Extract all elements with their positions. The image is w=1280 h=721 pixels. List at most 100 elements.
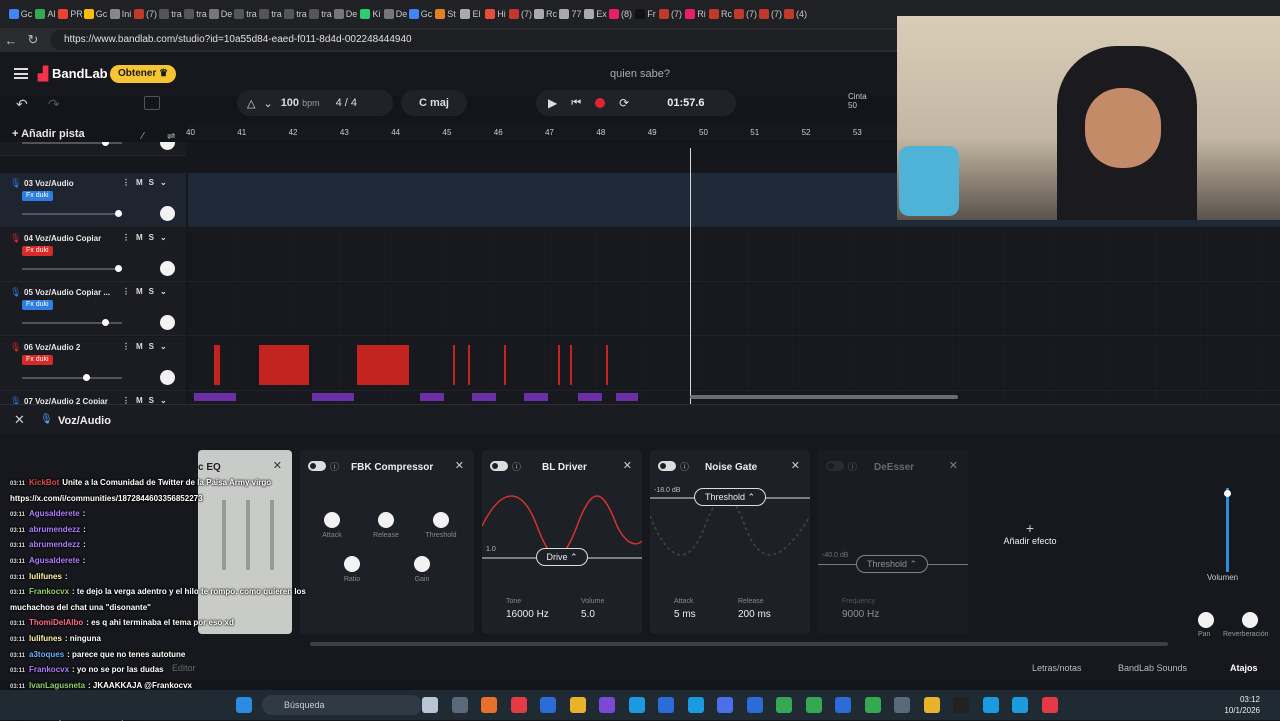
reverb-knob[interactable]	[1242, 612, 1258, 628]
audio-clip[interactable]	[606, 344, 608, 385]
effects-scrollbar[interactable]	[310, 642, 1168, 646]
browser-tab[interactable]: tra	[183, 4, 208, 24]
more-icon[interactable]: ⋮	[122, 342, 136, 351]
back-icon[interactable]: ←	[0, 33, 22, 48]
taskbar-app-icon[interactable]	[599, 697, 615, 713]
sounds-button[interactable]: BandLab Sounds	[1118, 663, 1187, 673]
bandlab-logo[interactable]: ▟ BandLab	[38, 66, 108, 82]
reload-icon[interactable]: ↻	[22, 32, 44, 48]
browser-tab[interactable]: Ri	[683, 4, 708, 24]
cinta-control[interactable]: Cinta 50	[848, 92, 867, 110]
track-header[interactable]: 🎙 07 Voz/Audio 2 Copiar ⋮MS⌄	[0, 391, 186, 404]
gate-release-value[interactable]: 200 ms	[738, 609, 771, 620]
mute-button[interactable]: M	[136, 396, 149, 404]
more-icon[interactable]: ⋮	[122, 178, 136, 187]
track-volume-slider[interactable]	[22, 142, 122, 146]
track-volume-slider[interactable]	[22, 210, 122, 217]
song-title[interactable]: quien sabe?	[560, 68, 720, 80]
close-compressor-icon[interactable]: ✕	[455, 459, 464, 472]
playhead[interactable]	[690, 148, 691, 404]
taskbar-clock[interactable]: 03:12 10/1/2026	[1224, 694, 1260, 716]
track-header[interactable]: 🎙 03 Voz/Audio ⋮MS⌄ Fx duki	[0, 173, 186, 227]
browser-tab[interactable]: Al	[33, 4, 58, 24]
track-lane[interactable]	[188, 282, 1280, 336]
browser-tab[interactable]: (7)	[508, 4, 533, 24]
close-effects-icon[interactable]: ✕	[14, 412, 25, 428]
track-name[interactable]: 05 Voz/Audio Copiar ...	[24, 288, 110, 297]
mute-button[interactable]: M	[136, 233, 149, 242]
taskbar-app-icon[interactable]	[982, 697, 999, 713]
browser-tab[interactable]: (4)	[783, 4, 808, 24]
browser-tab[interactable]: tra	[233, 4, 258, 24]
tempo-value[interactable]: 100 bpm	[281, 97, 320, 109]
taskbar-app-icon[interactable]	[481, 697, 497, 713]
browser-tab[interactable]: tra	[308, 4, 333, 24]
browser-tab[interactable]: De	[208, 4, 233, 24]
gain-knob[interactable]	[414, 556, 430, 572]
chevron-down-icon[interactable]: ⌄	[160, 396, 173, 404]
tone-value[interactable]: 16000 Hz	[506, 609, 549, 620]
taskbar-app-icon[interactable]	[805, 697, 822, 713]
taskbar-app-icon[interactable]	[776, 697, 792, 713]
more-icon[interactable]: ⋮	[122, 396, 136, 404]
deesser-threshold-pill[interactable]: Threshold ⌃	[856, 555, 928, 573]
browser-tab[interactable]: De	[333, 4, 358, 24]
audio-clip[interactable]	[578, 393, 602, 401]
solo-button[interactable]: S	[149, 233, 160, 242]
taskbar-app-icon[interactable]	[687, 697, 704, 713]
volume-fader[interactable]	[1226, 488, 1229, 572]
browser-tab[interactable]: Gc	[83, 4, 108, 24]
browser-tab[interactable]: (7)	[133, 4, 158, 24]
pan-knob[interactable]	[160, 142, 175, 150]
attack-knob[interactable]	[324, 512, 340, 528]
mute-button[interactable]: M	[136, 342, 149, 351]
browser-tab[interactable]: Hi	[483, 4, 508, 24]
fx-badge[interactable]: Fx duki	[22, 300, 53, 310]
chevron-down-icon[interactable]: ⌄	[160, 287, 173, 296]
driver-toggle[interactable]	[490, 461, 508, 471]
track-header[interactable]: 🎙 05 Voz/Audio Copiar ... ⋮MS⌄ Fx duki	[0, 282, 186, 336]
pan-knob[interactable]	[160, 206, 175, 221]
close-deesser-icon[interactable]: ✕	[949, 459, 958, 472]
taskbar-app-icon[interactable]	[422, 697, 438, 713]
chevron-down-icon[interactable]: ⌄	[160, 233, 173, 242]
time-signature[interactable]: 4 / 4	[336, 97, 357, 109]
audio-clip[interactable]	[420, 393, 444, 401]
fx-badge[interactable]: Fx duki	[22, 191, 53, 201]
volume-param-value[interactable]: 5.0	[581, 609, 595, 620]
browser-tab[interactable]: 77	[558, 4, 583, 24]
track-volume-slider[interactable]	[22, 373, 122, 381]
browser-tab[interactable]: El	[458, 4, 483, 24]
close-driver-icon[interactable]: ✕	[623, 459, 632, 472]
browser-tab[interactable]: Rc	[533, 4, 558, 24]
info-icon[interactable]: ⓘ	[680, 460, 689, 473]
chevron-down-icon[interactable]: ⌄	[160, 178, 173, 187]
windows-start-icon[interactable]	[236, 697, 252, 713]
taskbar-app-icon[interactable]	[658, 697, 674, 713]
track-header[interactable]: 🎙 06 Voz/Audio 2 ⋮MS⌄ Fx duki	[0, 336, 186, 391]
track-volume-slider[interactable]	[22, 264, 122, 272]
play-icon[interactable]: ▶	[548, 96, 557, 110]
audio-clip[interactable]	[357, 344, 409, 385]
gate-threshold-pill[interactable]: Threshold ⌃	[694, 488, 766, 506]
browser-tab[interactable]: Rc	[708, 4, 733, 24]
collapse-icon[interactable]: ⇌	[167, 131, 175, 142]
browser-tab[interactable]: Ki	[358, 4, 383, 24]
browser-tab[interactable]: tra	[283, 4, 308, 24]
track-name[interactable]: 07 Voz/Audio 2 Copiar	[24, 397, 108, 404]
browser-tab[interactable]: Gc	[8, 4, 33, 24]
browser-tab[interactable]: (7)	[758, 4, 783, 24]
slider-thumb[interactable]	[115, 210, 122, 217]
solo-button[interactable]: S	[149, 396, 160, 404]
volume-thumb[interactable]	[1224, 490, 1231, 497]
browser-tab[interactable]: Ini	[108, 4, 133, 24]
browser-tab[interactable]: De	[383, 4, 408, 24]
taskbar-search[interactable]: Búsqueda	[262, 695, 422, 715]
audio-clip[interactable]	[468, 344, 470, 385]
shortcuts-button[interactable]: Atajos	[1230, 663, 1258, 673]
add-track-button[interactable]: + Añadir pista	[12, 128, 85, 140]
taskbar-app-icon[interactable]	[746, 697, 763, 713]
browser-tab[interactable]: Gc	[408, 4, 433, 24]
ratio-knob[interactable]	[344, 556, 360, 572]
audio-clip[interactable]	[558, 344, 560, 385]
